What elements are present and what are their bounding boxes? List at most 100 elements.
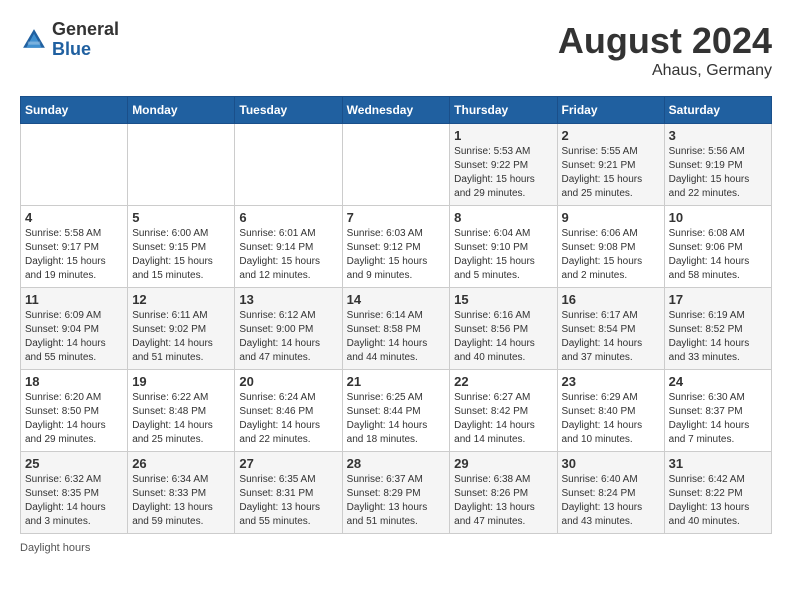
logo-icon [20,26,48,54]
calendar-cell: 19Sunrise: 6:22 AM Sunset: 8:48 PM Dayli… [128,370,235,452]
day-info: Sunrise: 6:37 AM Sunset: 8:29 PM Dayligh… [347,473,446,529]
daylight-label: Daylight hours [20,542,90,554]
day-info: Sunrise: 6:24 AM Sunset: 8:46 PM Dayligh… [239,391,337,447]
day-info: Sunrise: 6:17 AM Sunset: 8:54 PM Dayligh… [562,309,660,365]
day-header-tuesday: Tuesday [235,97,342,124]
day-info: Sunrise: 6:38 AM Sunset: 8:26 PM Dayligh… [454,473,552,529]
calendar-cell [128,124,235,206]
calendar-cell: 12 Sunrise: 6:11 AM Sunset: 9:02 PM Dayli… [128,288,235,370]
calendar-week-row: 25 Sunrise: 6:32 AM Sunset: 8:35 PM Dayli… [21,452,772,534]
day-number: 9 [562,210,660,225]
day-info: Sunrise: 5:53 AM Sunset: 9:22 PM Dayligh… [454,145,552,201]
day-info: Sunrise: 6:20 AM Sunset: 8:50 PM Dayligh… [25,391,123,447]
logo: General Blue [20,20,119,60]
day-number: 26 [132,456,230,471]
day-header-monday: Monday [128,97,235,124]
location: Ahaus, Germany [558,62,772,80]
calendar-week-row: 11Sunrise: 6:09 AM Sunset: 9:04 PM Dayli… [21,288,772,370]
month-title: August 2024 [558,20,772,62]
day-header-thursday: Thursday [450,97,557,124]
day-info: Sunrise: 6:30 AM Sunset: 8:37 PM Dayligh… [669,391,767,447]
day-info: Sunrise: 6:29 AM Sunset: 8:40 PM Dayligh… [562,391,660,447]
day-number: 20 [239,374,337,389]
day-number: 5 [132,210,230,225]
day-number: 11 [25,292,123,307]
calendar-cell: 14 Sunrise: 6:14 AM Sunset: 8:58 PM Dayli… [342,288,450,370]
day-header-wednesday: Wednesday [342,97,450,124]
calendar-cell: 13 Sunrise: 6:12 AM Sunset: 9:00 PM Dayli… [235,288,342,370]
title-block: August 2024 Ahaus, Germany [558,20,772,80]
day-number: 25 [25,456,123,471]
calendar-cell [342,124,450,206]
day-number: 8 [454,210,552,225]
calendar-cell [235,124,342,206]
day-number: 27 [239,456,337,471]
day-number: 4 [25,210,123,225]
day-number: 21 [347,374,446,389]
day-info: Sunrise: 6:32 AM Sunset: 8:35 PM Dayligh… [25,473,123,529]
day-number: 10 [669,210,767,225]
calendar-cell: 28Sunrise: 6:37 AM Sunset: 8:29 PM Dayli… [342,452,450,534]
day-info: Sunrise: 6:19 AM Sunset: 8:52 PM Dayligh… [669,309,767,365]
day-number: 13 [239,292,337,307]
day-number: 23 [562,374,660,389]
day-info: Sunrise: 6:34 AM Sunset: 8:33 PM Dayligh… [132,473,230,529]
calendar-table: SundayMondayTuesdayWednesdayThursdayFrid… [20,96,772,534]
day-number: 22 [454,374,552,389]
day-info: Sunrise: 6:11 AM Sunset: 9:02 PM Dayligh… [132,309,230,365]
day-info: Sunrise: 6:08 AM Sunset: 9:06 PM Dayligh… [669,227,767,283]
day-info: Sunrise: 6:12 AM Sunset: 9:00 PM Dayligh… [239,309,337,365]
calendar-cell: 22Sunrise: 6:27 AM Sunset: 8:42 PM Dayli… [450,370,557,452]
day-info: Sunrise: 6:35 AM Sunset: 8:31 PM Dayligh… [239,473,337,529]
day-number: 7 [347,210,446,225]
footer: Daylight hours [20,542,772,554]
calendar-cell: 1 Sunrise: 5:53 AM Sunset: 9:22 PM Daylig… [450,124,557,206]
page-header: General Blue August 2024 Ahaus, Germany [20,20,772,80]
day-header-sunday: Sunday [21,97,128,124]
day-number: 19 [132,374,230,389]
calendar-cell: 20 Sunrise: 6:24 AM Sunset: 8:46 PM Dayli… [235,370,342,452]
day-number: 14 [347,292,446,307]
calendar-cell: 23 Sunrise: 6:29 AM Sunset: 8:40 PM Dayli… [557,370,664,452]
day-info: Sunrise: 6:14 AM Sunset: 8:58 PM Dayligh… [347,309,446,365]
calendar-cell: 4 Sunrise: 5:58 AM Sunset: 9:17 PM Daylig… [21,206,128,288]
day-number: 15 [454,292,552,307]
calendar-cell: 18 Sunrise: 6:20 AM Sunset: 8:50 PM Dayli… [21,370,128,452]
calendar-cell: 24 Sunrise: 6:30 AM Sunset: 8:37 PM Dayli… [664,370,771,452]
calendar-cell: 27 Sunrise: 6:35 AM Sunset: 8:31 PM Dayli… [235,452,342,534]
calendar-cell: 21 Sunrise: 6:25 AM Sunset: 8:44 PM Dayli… [342,370,450,452]
day-info: Sunrise: 6:04 AM Sunset: 9:10 PM Dayligh… [454,227,552,283]
day-number: 6 [239,210,337,225]
day-number: 16 [562,292,660,307]
calendar-cell: 8 Sunrise: 6:04 AM Sunset: 9:10 PM Daylig… [450,206,557,288]
day-info: Sunrise: 6:06 AM Sunset: 9:08 PM Dayligh… [562,227,660,283]
calendar-cell: 15Sunrise: 6:16 AM Sunset: 8:56 PM Dayli… [450,288,557,370]
day-info: Sunrise: 6:25 AM Sunset: 8:44 PM Dayligh… [347,391,446,447]
day-info: Sunrise: 6:00 AM Sunset: 9:15 PM Dayligh… [132,227,230,283]
day-number: 1 [454,128,552,143]
calendar-cell: 11Sunrise: 6:09 AM Sunset: 9:04 PM Dayli… [21,288,128,370]
calendar-cell: 30Sunrise: 6:40 AM Sunset: 8:24 PM Dayli… [557,452,664,534]
day-header-friday: Friday [557,97,664,124]
calendar-cell: 5 Sunrise: 6:00 AM Sunset: 9:15 PM Daylig… [128,206,235,288]
calendar-cell: 26 Sunrise: 6:34 AM Sunset: 8:33 PM Dayli… [128,452,235,534]
day-number: 30 [562,456,660,471]
calendar-cell: 7Sunrise: 6:03 AM Sunset: 9:12 PM Daylig… [342,206,450,288]
day-info: Sunrise: 6:01 AM Sunset: 9:14 PM Dayligh… [239,227,337,283]
day-info: Sunrise: 5:58 AM Sunset: 9:17 PM Dayligh… [25,227,123,283]
day-number: 31 [669,456,767,471]
day-number: 3 [669,128,767,143]
calendar-week-row: 4 Sunrise: 5:58 AM Sunset: 9:17 PM Daylig… [21,206,772,288]
calendar-cell: 29Sunrise: 6:38 AM Sunset: 8:26 PM Dayli… [450,452,557,534]
day-number: 24 [669,374,767,389]
calendar-cell: 17Sunrise: 6:19 AM Sunset: 8:52 PM Dayli… [664,288,771,370]
day-header-saturday: Saturday [664,97,771,124]
calendar-week-row: 1 Sunrise: 5:53 AM Sunset: 9:22 PM Daylig… [21,124,772,206]
day-number: 12 [132,292,230,307]
day-number: 18 [25,374,123,389]
calendar-cell: 10 Sunrise: 6:08 AM Sunset: 9:06 PM Dayli… [664,206,771,288]
logo-general: General [52,19,119,39]
day-number: 2 [562,128,660,143]
calendar-header-row: SundayMondayTuesdayWednesdayThursdayFrid… [21,97,772,124]
calendar-cell: 6 Sunrise: 6:01 AM Sunset: 9:14 PM Daylig… [235,206,342,288]
